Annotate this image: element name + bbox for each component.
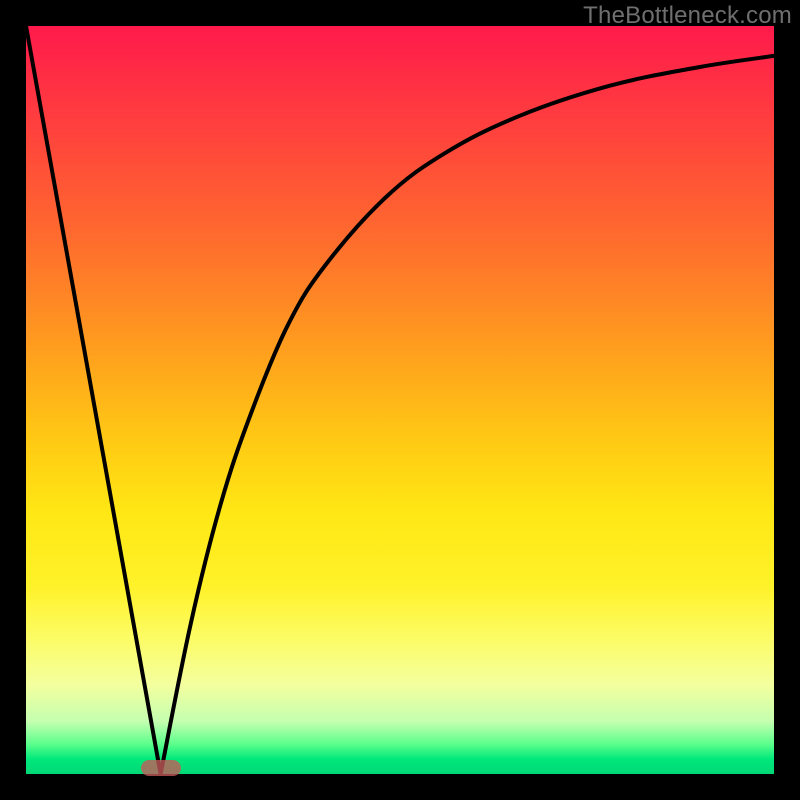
chart-plot-area <box>26 26 774 774</box>
curve-left-line <box>26 26 161 774</box>
bottleneck-marker <box>141 760 181 776</box>
chart-curves <box>26 26 774 774</box>
watermark-text: TheBottleneck.com <box>583 2 792 30</box>
chart-frame: TheBottleneck.com <box>0 0 800 800</box>
curve-right <box>161 56 774 774</box>
